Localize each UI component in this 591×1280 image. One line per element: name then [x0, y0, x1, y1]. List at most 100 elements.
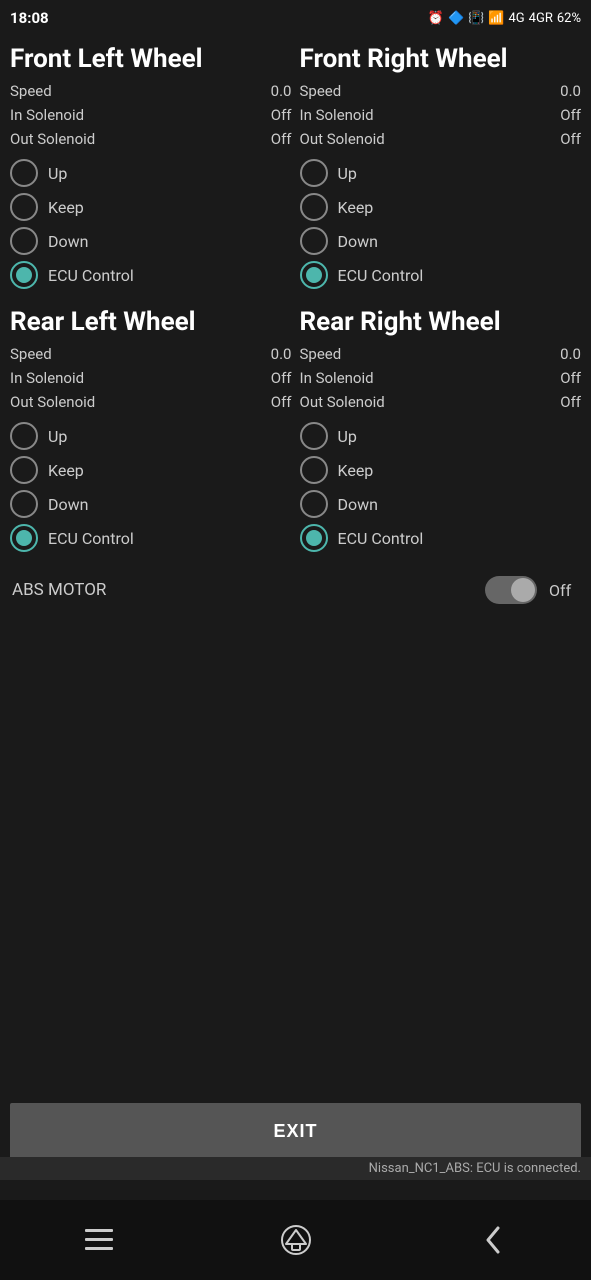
- front-left-radio-ecu[interactable]: ECU Control: [10, 261, 292, 289]
- front-left-in-solenoid-row: In Solenoid Off: [10, 103, 292, 127]
- front-right-in-solenoid-value: Off: [560, 103, 581, 127]
- nav-home-button[interactable]: [266, 1210, 326, 1270]
- front-right-radio-ecu-label: ECU Control: [338, 266, 424, 285]
- front-right-radio-ecu[interactable]: ECU Control: [300, 261, 582, 289]
- front-left-out-solenoid-row: Out Solenoid Off: [10, 127, 292, 151]
- front-right-radio-up[interactable]: Up: [300, 159, 582, 187]
- rear-right-radio-up-circle: [300, 422, 328, 450]
- status-icons: ⏰ 🔷 📳 📶 4G 4GR 62%: [428, 11, 581, 26]
- rear-right-radio-keep[interactable]: Keep: [300, 456, 582, 484]
- main-content: Front Left Wheel Speed 0.0 In Solenoid O…: [0, 36, 591, 614]
- front-left-radio-group: Up Keep Down ECU Control: [10, 159, 292, 289]
- rear-right-radio-up-label: Up: [338, 427, 357, 446]
- rear-right-radio-keep-label: Keep: [338, 461, 374, 480]
- rear-right-radio-ecu-circle: [300, 524, 328, 552]
- rear-right-out-solenoid-label: Out Solenoid: [300, 390, 385, 414]
- front-left-speed-value: 0.0: [271, 79, 292, 103]
- rear-right-radio-down-circle: [300, 490, 328, 518]
- front-left-radio-ecu-circle: [10, 261, 38, 289]
- vibrate-icon: 📳: [468, 11, 484, 26]
- exit-button[interactable]: EXIT: [10, 1103, 581, 1160]
- rear-left-radio-ecu-label: ECU Control: [48, 529, 134, 548]
- rear-right-out-solenoid-value: Off: [560, 390, 581, 414]
- front-right-in-solenoid-label: In Solenoid: [300, 103, 374, 127]
- battery-level: 62%: [557, 11, 581, 26]
- front-right-speed-row: Speed 0.0: [300, 79, 582, 103]
- rear-right-radio-ecu[interactable]: ECU Control: [300, 524, 582, 552]
- rear-left-radio-keep[interactable]: Keep: [10, 456, 292, 484]
- rear-right-radio-up[interactable]: Up: [300, 422, 582, 450]
- rear-left-radio-keep-circle: [10, 456, 38, 484]
- front-right-radio-up-circle: [300, 159, 328, 187]
- front-right-out-solenoid-value: Off: [560, 127, 581, 151]
- rear-left-wheel-title: Rear Left Wheel: [10, 307, 292, 338]
- front-left-radio-up-circle: [10, 159, 38, 187]
- front-right-radio-up-label: Up: [338, 164, 357, 183]
- exit-button-container: EXIT: [0, 1103, 591, 1160]
- front-right-radio-keep-circle: [300, 193, 328, 221]
- front-left-radio-down-circle: [10, 227, 38, 255]
- front-left-radio-up[interactable]: Up: [10, 159, 292, 187]
- rear-right-radio-group: Up Keep Down ECU Control: [300, 422, 582, 552]
- rear-left-radio-up-circle: [10, 422, 38, 450]
- status-time: 18:08: [10, 9, 49, 27]
- rear-left-wheel-section: Rear Left Wheel Speed 0.0 In Solenoid Of…: [6, 303, 296, 566]
- front-left-radio-keep[interactable]: Keep: [10, 193, 292, 221]
- front-right-out-solenoid-label: Out Solenoid: [300, 127, 385, 151]
- nav-menu-button[interactable]: [69, 1210, 129, 1270]
- front-right-speed-value: 0.0: [560, 79, 581, 103]
- front-right-wheel-section: Front Right Wheel Speed 0.0 In Solenoid …: [296, 40, 586, 303]
- abs-motor-toggle[interactable]: [485, 576, 537, 604]
- abs-motor-label: ABS MOTOR: [12, 580, 473, 600]
- rear-right-speed-label: Speed: [300, 342, 342, 366]
- rear-left-radio-ecu-circle: [10, 524, 38, 552]
- rear-right-radio-ecu-label: ECU Control: [338, 529, 424, 548]
- rear-left-radio-down[interactable]: Down: [10, 490, 292, 518]
- front-right-radio-ecu-circle: [300, 261, 328, 289]
- front-left-wheel-title: Front Left Wheel: [10, 44, 292, 75]
- nav-back-button[interactable]: [463, 1210, 523, 1270]
- rear-right-speed-value: 0.0: [560, 342, 581, 366]
- front-left-out-solenoid-label: Out Solenoid: [10, 127, 95, 151]
- rear-left-radio-group: Up Keep Down ECU Control: [10, 422, 292, 552]
- bluetooth-icon: 🔷: [448, 11, 464, 26]
- rear-left-radio-up[interactable]: Up: [10, 422, 292, 450]
- rear-right-speed-row: Speed 0.0: [300, 342, 582, 366]
- rear-left-out-solenoid-label: Out Solenoid: [10, 390, 95, 414]
- rear-left-in-solenoid-row: In Solenoid Off: [10, 366, 292, 390]
- rear-left-radio-keep-label: Keep: [48, 461, 84, 480]
- rear-left-out-solenoid-row: Out Solenoid Off: [10, 390, 292, 414]
- front-left-speed-label: Speed: [10, 79, 52, 103]
- rear-right-in-solenoid-value: Off: [560, 366, 581, 390]
- wifi-icon: 📶: [488, 11, 504, 26]
- wheels-grid: Front Left Wheel Speed 0.0 In Solenoid O…: [6, 40, 585, 566]
- rear-left-in-solenoid-value: Off: [271, 366, 292, 390]
- rear-left-radio-down-label: Down: [48, 495, 88, 514]
- rear-right-wheel-section: Rear Right Wheel Speed 0.0 In Solenoid O…: [296, 303, 586, 566]
- front-left-radio-ecu-label: ECU Control: [48, 266, 134, 285]
- rear-right-radio-keep-circle: [300, 456, 328, 484]
- rear-right-wheel-title: Rear Right Wheel: [300, 307, 582, 338]
- rear-left-out-solenoid-value: Off: [271, 390, 292, 414]
- front-left-radio-up-label: Up: [48, 164, 67, 183]
- front-right-out-solenoid-row: Out Solenoid Off: [300, 127, 582, 151]
- front-left-radio-down[interactable]: Down: [10, 227, 292, 255]
- front-left-out-solenoid-value: Off: [271, 127, 292, 151]
- rear-right-in-solenoid-label: In Solenoid: [300, 366, 374, 390]
- front-left-in-solenoid-label: In Solenoid: [10, 103, 84, 127]
- rear-left-radio-up-label: Up: [48, 427, 67, 446]
- front-right-radio-keep[interactable]: Keep: [300, 193, 582, 221]
- front-left-wheel-section: Front Left Wheel Speed 0.0 In Solenoid O…: [6, 40, 296, 303]
- rear-right-radio-down[interactable]: Down: [300, 490, 582, 518]
- front-right-wheel-title: Front Right Wheel: [300, 44, 582, 75]
- rear-right-radio-down-label: Down: [338, 495, 378, 514]
- abs-motor-toggle-knob: [511, 578, 535, 602]
- rear-left-speed-label: Speed: [10, 342, 52, 366]
- network-4g-icon: 4G: [509, 11, 525, 26]
- front-right-radio-down-label: Down: [338, 232, 378, 251]
- front-right-in-solenoid-row: In Solenoid Off: [300, 103, 582, 127]
- front-right-radio-down[interactable]: Down: [300, 227, 582, 255]
- rear-right-out-solenoid-row: Out Solenoid Off: [300, 390, 582, 414]
- front-right-speed-label: Speed: [300, 79, 342, 103]
- rear-left-radio-ecu[interactable]: ECU Control: [10, 524, 292, 552]
